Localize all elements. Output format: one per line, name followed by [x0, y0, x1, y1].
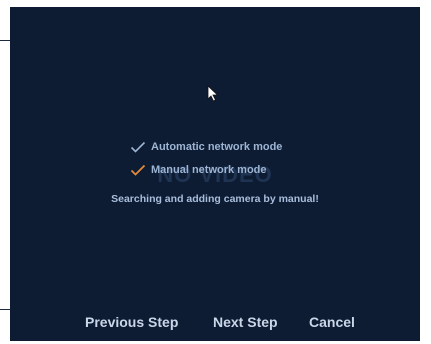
previous-step-button[interactable]: Previous Step — [85, 313, 178, 331]
frame-edge-mark — [0, 309, 10, 310]
option-label: Automatic network mode — [151, 141, 283, 153]
check-icon — [130, 164, 146, 176]
frame-edge-mark — [0, 40, 10, 41]
option-label: Manual network mode — [151, 164, 267, 176]
next-step-button[interactable]: Next Step — [213, 313, 278, 331]
wizard-screen: NO VIDEO Automatic network mode Manual n… — [10, 7, 420, 341]
option-manual-network-mode[interactable]: Manual network mode — [130, 161, 267, 179]
status-message: Searching and adding camera by manual! — [111, 193, 319, 205]
display-frame: NO VIDEO Automatic network mode Manual n… — [0, 0, 431, 344]
mouse-pointer-icon — [207, 85, 219, 102]
check-icon — [130, 141, 146, 153]
cancel-button[interactable]: Cancel — [309, 313, 355, 331]
option-automatic-network-mode[interactable]: Automatic network mode — [130, 138, 282, 156]
